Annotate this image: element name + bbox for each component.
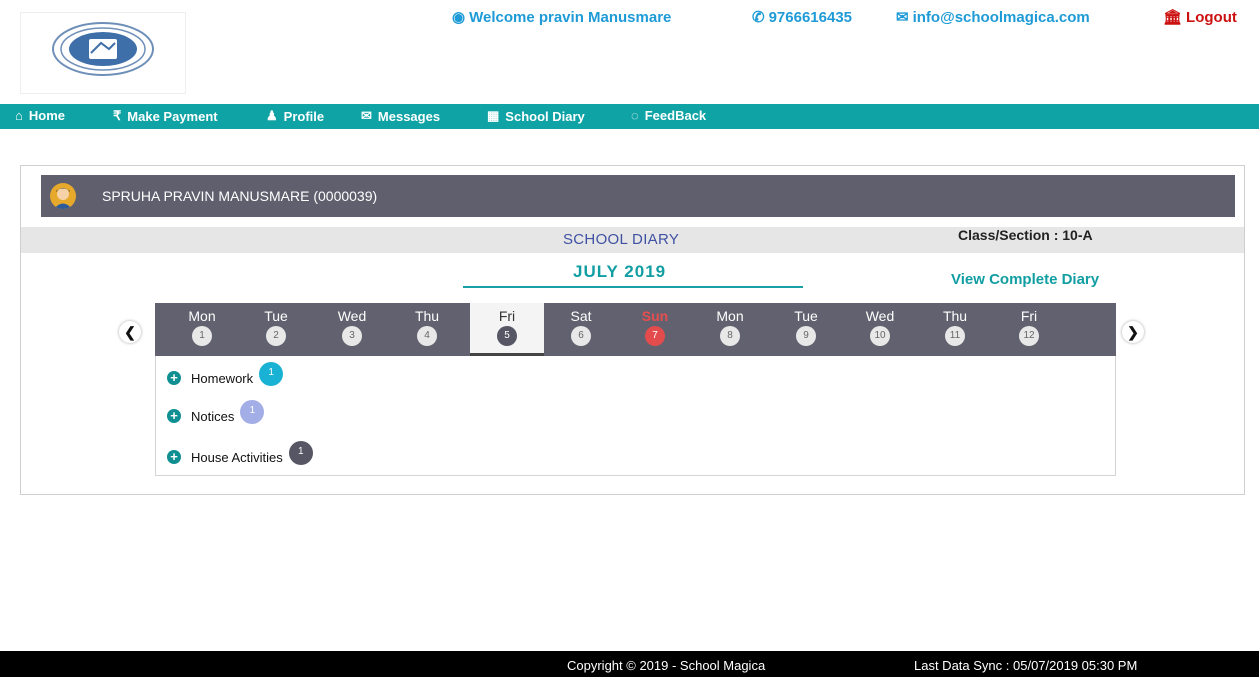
welcome-link[interactable]: ◉ Welcome pravin Manusmare bbox=[452, 8, 671, 27]
day-cell[interactable]: Tue 9 bbox=[769, 303, 843, 356]
diary-item-house-activities[interactable]: + House Activities 1 bbox=[167, 441, 313, 469]
calendar-icon: ▦ bbox=[487, 108, 500, 123]
day-name: Sun bbox=[641, 308, 669, 324]
day-cell[interactable]: Sun 7 bbox=[618, 303, 692, 356]
day-number: 6 bbox=[571, 326, 591, 346]
day-name: Wed bbox=[337, 308, 367, 324]
day-cell[interactable]: Fri 12 bbox=[992, 303, 1066, 356]
home-icon: ⌂ bbox=[15, 108, 23, 123]
envelope-icon: ✉ bbox=[361, 108, 372, 123]
day-number: 5 bbox=[497, 326, 517, 346]
day-number: 9 bbox=[796, 326, 816, 346]
day-number: 11 bbox=[945, 326, 965, 346]
next-week-button[interactable]: ❯ bbox=[1122, 321, 1144, 343]
day-name: Thu bbox=[942, 308, 968, 324]
envelope-icon: ✉ bbox=[896, 9, 909, 26]
day-name: Thu bbox=[414, 308, 440, 324]
footer: Copyright © 2019 - School Magica Last Da… bbox=[0, 651, 1259, 677]
student-bar: SPRUHA PRAVIN MANUSMARE (0000039) bbox=[41, 175, 1235, 217]
chevron-left-icon: ❮ bbox=[124, 323, 136, 340]
day-cell[interactable]: Mon 1 bbox=[165, 303, 239, 356]
day-name: Tue bbox=[794, 308, 818, 324]
house-activities-count-badge: 1 bbox=[288, 441, 313, 465]
day-number: 10 bbox=[870, 326, 890, 346]
diary-title: SCHOOL DIARY bbox=[563, 231, 680, 248]
day-cell[interactable]: Sat 6 bbox=[544, 303, 618, 356]
nav-school-diary[interactable]: ▦ School Diary bbox=[487, 108, 585, 124]
main-nav: ⌂ Home ₹ Make Payment ♟ Profile ✉ Messag… bbox=[0, 104, 1259, 129]
nav-home[interactable]: ⌂ Home bbox=[15, 108, 65, 123]
week-day-bar: Mon 1 Tue 2 Wed 3 Thu 4 Fri 5 Sat 6 Sun 7 Mon 8 Tue 9 Wed 1… bbox=[155, 303, 1116, 356]
day-name: Mon bbox=[716, 308, 744, 324]
day-cell[interactable]: Tue 2 bbox=[239, 303, 313, 356]
month-label: JULY 2019 bbox=[573, 262, 667, 281]
day-number: 3 bbox=[342, 326, 362, 346]
nav-profile[interactable]: ♟ Profile bbox=[266, 108, 324, 124]
plus-circle-icon: + bbox=[167, 450, 181, 464]
month-underline bbox=[463, 286, 803, 288]
rupee-icon: ₹ bbox=[113, 108, 122, 123]
day-number: 8 bbox=[720, 326, 740, 346]
phone-link[interactable]: ✆ 9766616435 bbox=[752, 8, 852, 27]
chat-icon: ◌ bbox=[631, 108, 639, 123]
diary-item-notices[interactable]: + Notices 1 bbox=[167, 400, 265, 428]
plus-circle-icon: + bbox=[167, 409, 181, 423]
copyright-text: Copyright © 2019 - School Magica bbox=[567, 658, 766, 673]
header-links: ◉ Welcome pravin Manusmare ✆ 9766616435 … bbox=[0, 8, 1259, 30]
day-cell[interactable]: Wed 3 bbox=[315, 303, 389, 356]
user-icon: ♟ bbox=[266, 108, 278, 123]
nav-messages[interactable]: ✉ Messages bbox=[361, 108, 440, 124]
day-cell[interactable]: Thu 11 bbox=[918, 303, 992, 356]
logout-button[interactable]: 🏛 Logout bbox=[1163, 8, 1237, 27]
diary-item-homework[interactable]: + Homework 1 bbox=[167, 362, 284, 390]
class-section-label: Class/Section : 10-A bbox=[958, 227, 1093, 243]
day-cell[interactable]: Fri 5 bbox=[470, 303, 544, 356]
day-name: Fri bbox=[498, 308, 516, 324]
day-number: 7 bbox=[645, 326, 665, 346]
student-name: SPRUHA PRAVIN MANUSMARE (0000039) bbox=[102, 188, 378, 204]
chevron-right-icon: ❯ bbox=[1127, 323, 1139, 340]
user-circle-icon: ◉ bbox=[452, 9, 466, 26]
homework-count-badge: 1 bbox=[259, 362, 284, 386]
day-cell[interactable]: Thu 4 bbox=[390, 303, 464, 356]
last-sync-text: Last Data Sync : 05/07/2019 05:30 PM bbox=[914, 658, 1138, 673]
day-number: 4 bbox=[417, 326, 437, 346]
day-cell[interactable]: Wed 10 bbox=[843, 303, 917, 356]
view-complete-diary-link[interactable]: View Complete Diary bbox=[951, 271, 1099, 288]
phone-icon: ✆ bbox=[752, 9, 765, 26]
day-cell[interactable]: Mon 8 bbox=[693, 303, 767, 356]
day-number: 12 bbox=[1019, 326, 1039, 346]
day-name: Sat bbox=[570, 308, 592, 324]
day-name: Fri bbox=[1020, 308, 1038, 324]
avatar bbox=[50, 183, 76, 209]
notices-count-badge: 1 bbox=[240, 400, 265, 424]
bank-icon: 🏛 bbox=[1163, 9, 1183, 26]
plus-circle-icon: + bbox=[167, 371, 181, 385]
nav-make-payment[interactable]: ₹ Make Payment bbox=[113, 108, 218, 124]
day-name: Tue bbox=[264, 308, 288, 324]
day-number: 1 bbox=[192, 326, 212, 346]
prev-week-button[interactable]: ❮ bbox=[119, 321, 141, 343]
day-number: 2 bbox=[266, 326, 286, 346]
day-name: Mon bbox=[188, 308, 216, 324]
day-name: Wed bbox=[865, 308, 895, 324]
nav-feedback[interactable]: ◌ FeedBack bbox=[631, 108, 706, 123]
email-link[interactable]: ✉ info@schoolmagica.com bbox=[896, 8, 1090, 27]
